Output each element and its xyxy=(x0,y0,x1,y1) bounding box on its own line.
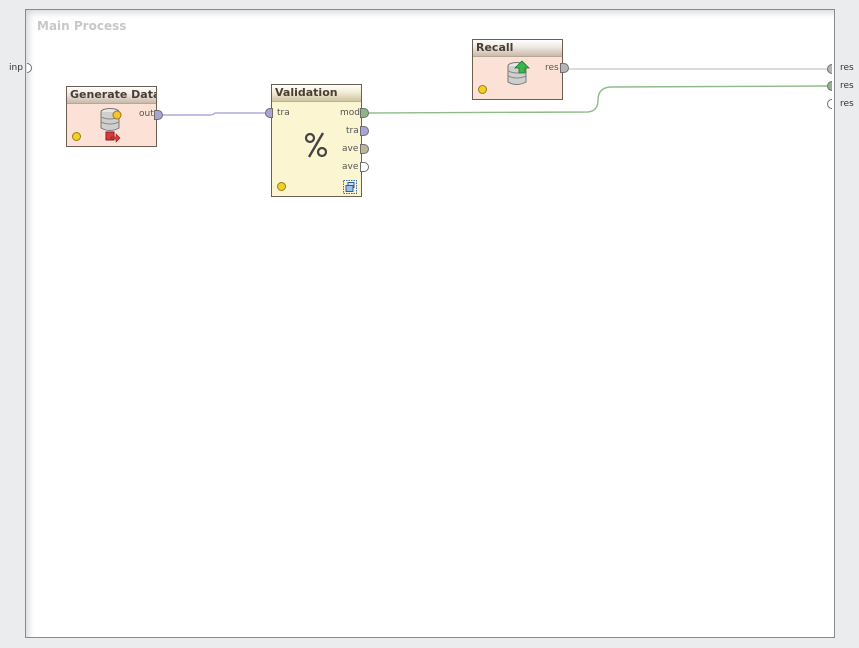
status-indicator xyxy=(72,132,81,141)
port-label-tra-out: tra xyxy=(346,126,359,136)
database-generate-icon xyxy=(100,108,122,143)
database-recall-icon xyxy=(507,60,530,85)
operator-recall[interactable]: Recall res xyxy=(472,39,563,100)
port-label-res: res xyxy=(545,63,559,73)
percent-icon xyxy=(304,132,328,158)
port-label-ave-1: ave xyxy=(342,144,359,154)
operator-title: Recall xyxy=(473,40,562,57)
operator-title: Generate Data xyxy=(67,87,156,104)
port-label-ave-2: ave xyxy=(342,162,359,172)
port-label-mod: mod xyxy=(340,108,360,118)
process-output-label-2: res xyxy=(840,81,854,91)
port-label-tra-in: tra xyxy=(277,108,290,118)
process-input-label: inp xyxy=(9,63,23,73)
operator-validation[interactable]: Validation tra mod tra ave ave xyxy=(271,84,362,197)
process-output-label-3: res xyxy=(840,99,854,109)
status-indicator xyxy=(478,85,487,94)
process-title: Main Process xyxy=(37,19,127,33)
operator-title: Validation xyxy=(272,85,361,102)
operator-generate-data[interactable]: Generate Data out xyxy=(66,86,157,147)
port-label-out: out xyxy=(139,109,154,119)
process-output-label-1: res xyxy=(840,63,854,73)
process-input-port[interactable] xyxy=(27,63,32,73)
status-indicator xyxy=(277,182,286,191)
subprocess-icon[interactable] xyxy=(343,180,357,194)
validation-tra-in-port[interactable] xyxy=(265,108,273,118)
